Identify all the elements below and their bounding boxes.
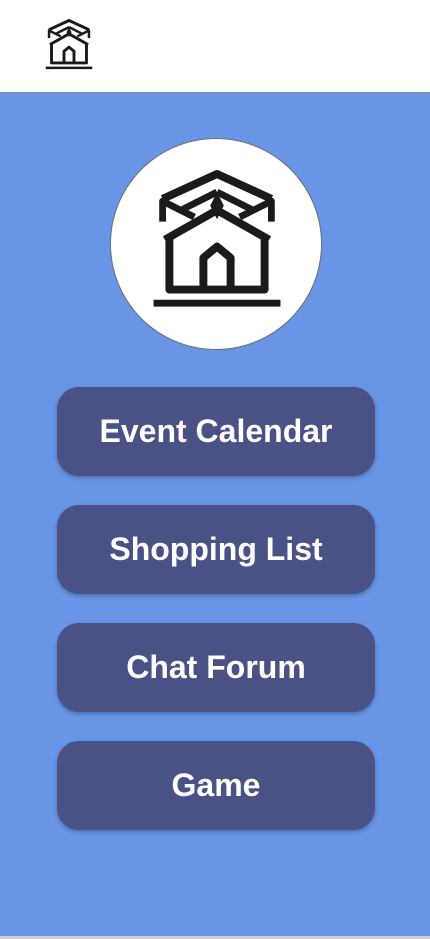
- top-bar: [0, 0, 430, 93]
- main-menu: Event Calendar Shopping List Chat Forum …: [57, 387, 375, 859]
- main-panel: Event Calendar Shopping List Chat Forum …: [0, 93, 430, 936]
- avatar: [110, 138, 322, 350]
- event-calendar-button[interactable]: Event Calendar: [57, 387, 375, 476]
- chat-forum-button[interactable]: Chat Forum: [57, 623, 375, 712]
- shopping-list-button[interactable]: Shopping List: [57, 505, 375, 594]
- home-logo-icon[interactable]: [44, 18, 94, 70]
- home-crown-logo-icon: [153, 170, 281, 307]
- game-button[interactable]: Game: [57, 741, 375, 830]
